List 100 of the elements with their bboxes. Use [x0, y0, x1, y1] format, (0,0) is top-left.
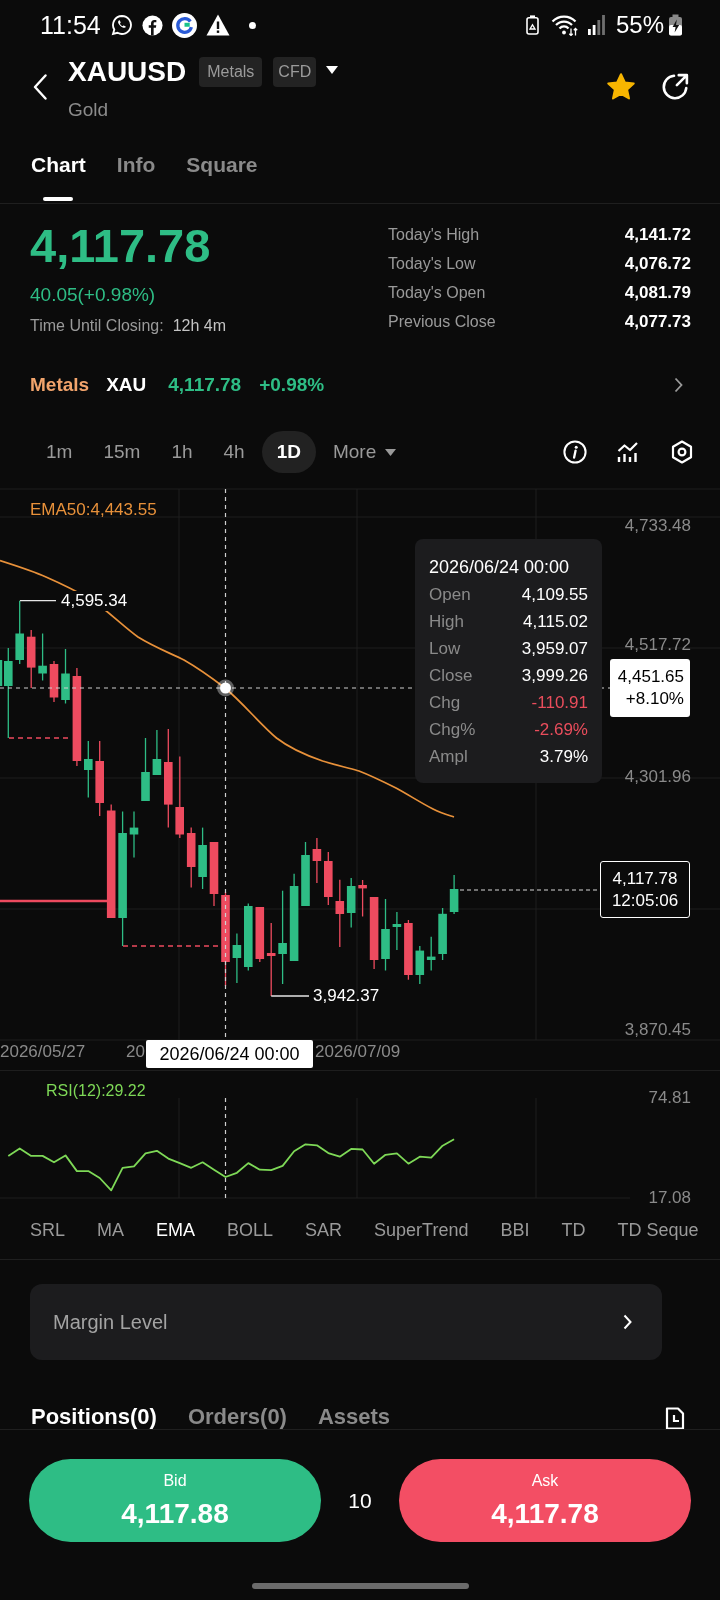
tooltip-value: 3.79% — [539, 745, 588, 768]
ring-app-icon — [171, 12, 197, 38]
candle — [141, 737, 150, 802]
interval-tab[interactable]: 15m — [89, 431, 155, 473]
indicator-tab[interactable]: BOLL — [227, 1217, 274, 1242]
tooltip-label: High — [429, 610, 464, 633]
candle — [38, 632, 47, 682]
tag-price: 4,117.78 — [612, 867, 678, 890]
circle-logo-icon — [141, 14, 163, 36]
price-axis-label: 4,517.72 — [624, 636, 691, 654]
tooltip-label: Ampl — [429, 745, 468, 768]
price-axis-label: 4,301.96 — [624, 768, 691, 786]
share-icon[interactable] — [660, 72, 690, 102]
price-axis-label: 4,733.48 — [624, 517, 691, 535]
price-change: 40.05(+0.98%) — [30, 283, 156, 307]
chevron-right-icon — [623, 1314, 632, 1330]
candle — [392, 911, 402, 951]
candle — [438, 907, 447, 961]
category-tag: CFD — [273, 57, 317, 87]
settings-icon[interactable] — [671, 440, 693, 464]
indicator-tab[interactable]: TD Seque — [617, 1217, 699, 1242]
candle — [312, 837, 322, 884]
high-price-label: 4,595.34 — [61, 591, 130, 611]
leader-line — [19, 600, 57, 602]
candle — [255, 906, 265, 963]
ema-legend: EMA50:4,443.55 — [30, 501, 157, 519]
price-axis-label: 3,870.45 — [624, 1021, 691, 1039]
tab[interactable]: Square — [186, 140, 258, 202]
date-axis-label: 2026/07/09 — [315, 1043, 401, 1061]
indicator-tab[interactable]: MA — [97, 1217, 124, 1242]
indicator-tab[interactable]: EMA — [156, 1217, 196, 1242]
candle — [449, 874, 459, 915]
tooltip-label: Chg% — [429, 718, 476, 741]
chevron-left-icon[interactable] — [33, 74, 47, 100]
rsi-legend: RSI(12):29.22 — [46, 1082, 146, 1100]
stat-value: 4,141.72 — [624, 223, 691, 246]
interval-tab[interactable]: 1m — [32, 431, 87, 473]
asset-price: 4,117.78 — [168, 372, 242, 397]
interval-tab[interactable]: 4h — [209, 431, 259, 473]
margin-level-button[interactable]: Margin Level — [30, 1284, 662, 1360]
last-price: 4,117.78 — [30, 221, 211, 271]
info-icon[interactable] — [563, 440, 587, 464]
dot-icon — [248, 21, 256, 29]
candle — [244, 902, 253, 972]
battery-recycle-icon — [525, 15, 539, 35]
closing-time: 12h 4m — [172, 316, 227, 336]
candle — [129, 810, 139, 859]
tooltip-value: 4,115.02 — [523, 610, 588, 633]
document-clock-icon[interactable] — [664, 1407, 686, 1429]
position-tab[interactable]: Orders(0) — [187, 1405, 287, 1429]
tooltip-label: Open — [429, 583, 471, 606]
candle — [346, 877, 356, 929]
chart-indicator-icon[interactable] — [617, 441, 639, 463]
stat-value: 4,076.72 — [624, 252, 691, 275]
position-tab[interactable]: Positions(0) — [31, 1405, 157, 1429]
interval-tab[interactable]: 1h — [157, 431, 207, 473]
crosshair-date-tag: 2026/06/24 00:00 — [146, 1040, 313, 1068]
indicator-tab[interactable]: SAR — [305, 1217, 343, 1242]
tab[interactable]: Info — [116, 140, 156, 202]
symbol-title: XAUUSD — [68, 57, 187, 87]
indicator-tab[interactable]: SuperTrend — [374, 1217, 469, 1242]
candle — [301, 841, 310, 907]
candle — [335, 879, 345, 948]
tag-price: 4,451.65 — [617, 666, 684, 688]
candle — [324, 851, 333, 906]
candle — [84, 740, 93, 799]
warning-icon — [205, 14, 230, 36]
tooltip-value: 3,999.26 — [521, 664, 588, 687]
tooltip-date: 2026/06/24 00:00 — [429, 556, 570, 579]
stat-value: 4,077.73 — [624, 310, 691, 333]
tooltip-label: Chg — [429, 691, 461, 714]
indicator-tab[interactable]: BBI — [500, 1217, 530, 1242]
indicator-tab[interactable]: TD — [561, 1217, 586, 1242]
rsi-axis-label: 74.81 — [648, 1089, 691, 1107]
asset-change: +0.98% — [259, 372, 325, 397]
asset-name: Gold — [68, 99, 109, 121]
interval-tab[interactable]: 1D — [261, 431, 316, 473]
position-tab[interactable]: Assets — [317, 1405, 391, 1429]
signal-icon — [587, 15, 605, 35]
tab[interactable]: Chart — [31, 140, 86, 202]
candle — [26, 629, 36, 689]
tooltip-value: -2.69% — [534, 718, 588, 741]
tag-change: +8.10% — [625, 688, 684, 710]
indicator-tab[interactable]: SRL — [30, 1217, 65, 1242]
candle — [49, 660, 59, 703]
caret-down-icon — [385, 448, 397, 456]
candle — [198, 826, 207, 890]
clock-time: 11:54 — [40, 10, 101, 40]
chevron-right-icon[interactable] — [674, 377, 683, 393]
crosshair-marker-icon — [217, 679, 234, 697]
candle — [152, 729, 162, 776]
category-tag: Metals — [199, 57, 263, 87]
tooltip-value: 3,959.07 — [521, 637, 588, 660]
candle — [426, 936, 436, 972]
caret-down-icon[interactable] — [326, 66, 339, 74]
more-button[interactable]: More — [318, 431, 411, 473]
tag-countdown: 12:05:06 — [611, 889, 679, 912]
star-icon[interactable] — [606, 72, 636, 102]
candle — [209, 841, 219, 907]
candle — [232, 932, 242, 984]
